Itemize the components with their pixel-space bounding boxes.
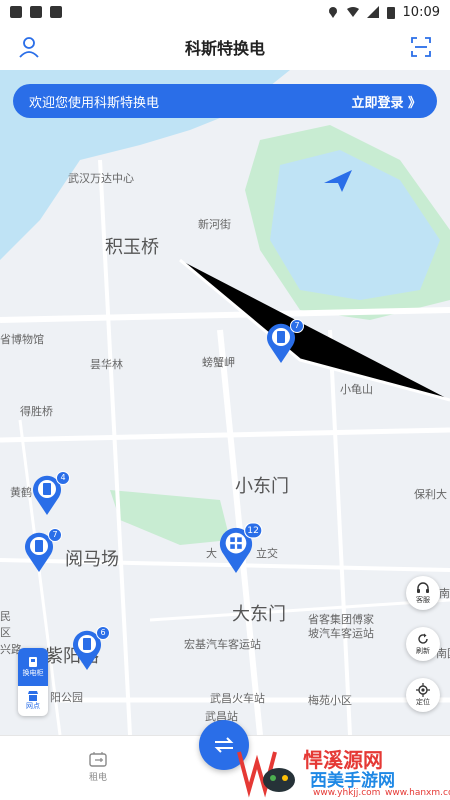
watermark-url: www.yhkjj.com <box>313 788 381 798</box>
mail-icon <box>30 6 42 18</box>
status-bar: 10:09 <box>0 0 450 24</box>
watermark-overlay: 悍溪源网 西美手游网 www.yhkjj.com www.hanxm.com <box>235 742 450 800</box>
station-count-badge: 12 <box>243 522 263 539</box>
service-button[interactable]: 客服 <box>406 576 440 610</box>
map-label: 小东门 <box>235 476 289 497</box>
user-icon[interactable] <box>18 36 40 58</box>
map-view[interactable]: 武汉万达中心 新河街 积玉桥 省博物馆 昙华林 螃蟹岬 小龟山 得胜桥 小东门 … <box>0 70 450 735</box>
map-label: 武汉万达中心 <box>68 172 134 185</box>
map-label: 螃蟹岬 <box>202 356 235 369</box>
map-label: 民区 <box>0 610 11 639</box>
refresh-label: 刷新 <box>416 647 430 655</box>
locate-label: 定位 <box>416 698 430 706</box>
station-count-badge: 6 <box>96 626 110 640</box>
cabinet-layer-button[interactable]: 换电柜 <box>18 648 48 686</box>
station-pin[interactable]: 7 <box>24 528 62 572</box>
map-label: 得胜桥 <box>20 405 53 418</box>
outlet-label: 网点 <box>26 702 40 710</box>
battery-cabinet-icon <box>29 657 37 667</box>
shop-icon <box>28 691 38 701</box>
welcome-text: 欢迎您使用科斯特换电 <box>29 95 160 111</box>
map-label: 积玉桥 <box>105 237 159 258</box>
station-count-badge: 7 <box>290 319 304 333</box>
map-label: 梅苑小区 <box>308 694 352 707</box>
station-count-badge: 7 <box>48 528 62 542</box>
login-link[interactable]: 立即登录 》 <box>351 92 421 111</box>
map-label: 阅马场 <box>65 549 119 570</box>
status-right-icons: 10:09 <box>327 5 440 20</box>
wifi-icon <box>346 7 359 17</box>
watermark-url2: www.hanxm.com <box>385 788 450 798</box>
map-label: 保利大 <box>414 488 447 501</box>
app-header: 科斯特换电 <box>0 24 450 70</box>
battery-icon <box>386 6 395 19</box>
headset-icon <box>417 582 429 593</box>
station-pin[interactable]: 7 <box>266 319 304 363</box>
map-label: 宏基汽车客运站 <box>184 638 261 651</box>
location-icon <box>328 7 337 18</box>
map-label: 立交 <box>256 547 278 560</box>
status-time: 10:09 <box>402 4 440 20</box>
app-icon <box>50 6 62 18</box>
station-count-badge: 4 <box>56 471 70 485</box>
tab-rent-label: 租电 <box>88 773 107 783</box>
station-pin[interactable]: 12 <box>219 522 263 573</box>
station-pin[interactable]: 4 <box>32 471 70 515</box>
station-pin[interactable]: 6 <box>72 626 110 670</box>
signal-icon <box>366 6 379 18</box>
cabinet-label: 换电柜 <box>22 669 44 677</box>
map-label: 新河街 <box>198 218 231 231</box>
page-title: 科斯特换电 <box>184 39 265 58</box>
refresh-button[interactable]: 刷新 <box>406 627 440 661</box>
refresh-icon <box>418 633 428 644</box>
map-label: 小龟山 <box>340 383 373 396</box>
scan-icon[interactable] <box>410 36 432 58</box>
map-label: 武昌火车站 <box>210 692 265 705</box>
welcome-banner[interactable]: 欢迎您使用科斯特换电 立即登录 》 <box>13 84 437 118</box>
map-label: 阳公园 <box>50 691 83 704</box>
map-label: 省博物馆 <box>0 333 44 346</box>
locate-button[interactable]: 定位 <box>406 678 440 712</box>
service-label: 客服 <box>416 596 430 604</box>
map-label: 大 <box>206 547 217 560</box>
gamepad-logo-icon <box>237 751 295 798</box>
rent-battery-icon <box>89 752 107 767</box>
map-label: 黄鹤 <box>10 486 32 499</box>
map-label: 大东门 <box>232 604 286 625</box>
map-label: 昙华林 <box>90 358 123 371</box>
swap-arrows-icon <box>214 737 234 753</box>
layer-switch-panel: 换电柜 网点 <box>18 648 48 716</box>
map-label: 省客集团傅家坡汽车客运站 <box>308 613 374 640</box>
status-left-icons <box>10 6 62 18</box>
locate-icon <box>416 683 430 697</box>
outlet-layer-button[interactable]: 网点 <box>18 686 48 716</box>
notification-icon <box>10 6 22 18</box>
tab-rent[interactable]: 租电 <box>80 751 116 783</box>
